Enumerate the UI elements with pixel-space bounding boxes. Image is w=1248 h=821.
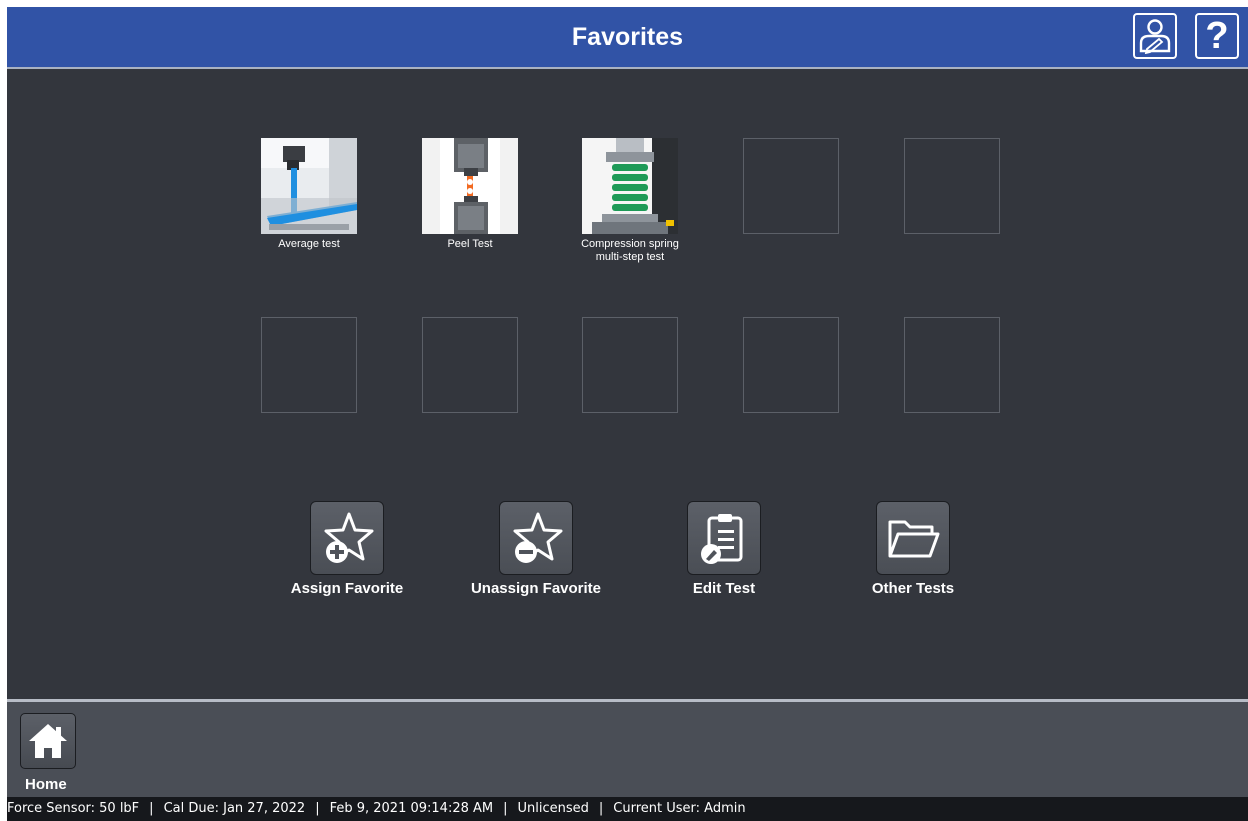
cal-due-status: Cal Due: Jan 27, 2022: [163, 801, 306, 816]
edit-test-label: Edit Test: [692, 580, 756, 597]
current-user-status: Current User: Admin: [613, 801, 746, 816]
user-button[interactable]: [1133, 13, 1177, 59]
status-separator: |: [315, 801, 320, 816]
favorite-thumbnail: [261, 138, 357, 234]
favorite-tile-9[interactable]: [743, 317, 839, 413]
unassign-favorite-label: Unassign Favorite: [470, 580, 602, 597]
favorites-window: Favorites ? Average test Peel Test Compr…: [7, 7, 1248, 821]
status-bar: Force Sensor: 50 lbF | Cal Due: Jan 27, 20…: [7, 797, 1248, 821]
user-edit-icon: [1139, 19, 1171, 54]
page-title: Favorites: [571, 23, 684, 51]
empty-slot: [743, 317, 839, 413]
favorite-tile-1[interactable]: Average test: [261, 138, 357, 251]
favorite-tile-10[interactable]: [904, 317, 1000, 413]
bottom-bar: Home: [7, 702, 1248, 797]
favorite-label: Peel Test: [447, 238, 493, 250]
title-bar: Favorites ?: [7, 7, 1248, 69]
help-button[interactable]: ?: [1195, 13, 1239, 59]
unassign-favorite-button[interactable]: Unassign Favorite: [446, 501, 626, 597]
favorite-tile-7[interactable]: [422, 317, 518, 413]
other-tests-button[interactable]: Other Tests: [823, 501, 1003, 597]
empty-slot: [261, 317, 357, 413]
home-label: Home: [25, 776, 67, 793]
status-separator: |: [149, 801, 154, 816]
star-minus-icon: [499, 501, 573, 575]
status-separator: |: [598, 801, 604, 816]
empty-slot: [904, 138, 1000, 234]
empty-slot: [904, 317, 1000, 413]
home-button[interactable]: [20, 713, 76, 769]
assign-favorite-label: Assign Favorite: [290, 580, 404, 597]
favorite-tile-6[interactable]: [261, 317, 357, 413]
favorite-tile-8[interactable]: [582, 317, 678, 413]
favorite-tile-5[interactable]: [904, 138, 1000, 234]
favorite-label: Average test: [278, 238, 340, 250]
favorite-thumbnail: [422, 138, 518, 234]
favorite-thumbnail: [582, 138, 678, 234]
force-sensor-status: Force Sensor: 50 lbF: [7, 801, 140, 816]
empty-slot: [743, 138, 839, 234]
other-tests-label: Other Tests: [871, 580, 955, 597]
home-icon: [29, 724, 67, 758]
empty-slot: [582, 317, 678, 413]
favorite-tile-4[interactable]: [743, 138, 839, 234]
datetime-status: Feb 9, 2021 09:14:28 AM: [329, 801, 494, 816]
clipboard-edit-icon: [687, 501, 761, 575]
favorite-tile-2[interactable]: Peel Test: [422, 138, 518, 251]
empty-slot: [422, 317, 518, 413]
folder-open-icon: [876, 501, 950, 575]
favorite-tile-3[interactable]: Compression spring multi-step test: [581, 138, 679, 264]
favorite-label: Compression spring multi-step test: [581, 238, 679, 263]
help-icon: ?: [1205, 15, 1229, 57]
star-plus-icon: [310, 501, 384, 575]
edit-test-button[interactable]: Edit Test: [634, 501, 814, 597]
license-status: Unlicensed: [517, 801, 589, 816]
status-separator: |: [503, 801, 508, 816]
assign-favorite-button[interactable]: Assign Favorite: [257, 501, 437, 597]
